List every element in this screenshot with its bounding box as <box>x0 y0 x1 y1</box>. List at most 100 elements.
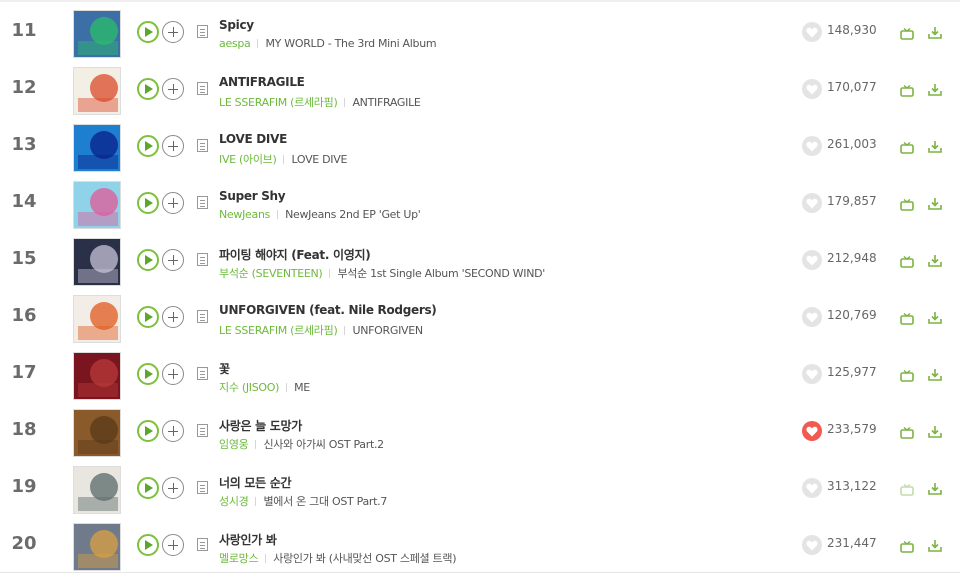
artist-link[interactable]: IVE (아이브) <box>219 153 277 166</box>
artist-link[interactable]: 임영웅 <box>219 438 249 451</box>
song-title[interactable]: 꽃 <box>219 360 230 377</box>
add-to-playlist-button[interactable] <box>162 78 184 100</box>
like-button[interactable] <box>802 478 822 498</box>
album-cover[interactable] <box>73 409 121 457</box>
song-title[interactable]: 파이팅 해야지 (Feat. 이영지) <box>219 246 371 263</box>
like-button[interactable] <box>802 79 822 99</box>
like-button[interactable] <box>802 22 822 42</box>
song-title[interactable]: ANTIFRAGILE <box>219 75 305 89</box>
music-video-button[interactable] <box>900 310 914 325</box>
add-to-playlist-button[interactable] <box>162 249 184 271</box>
download-button[interactable] <box>928 537 942 552</box>
album-link[interactable]: ME <box>294 381 310 394</box>
download-button[interactable] <box>928 195 942 210</box>
add-to-playlist-button[interactable] <box>162 420 184 442</box>
music-video-button[interactable] <box>900 25 914 40</box>
play-button[interactable] <box>137 477 159 499</box>
play-button[interactable] <box>137 135 159 157</box>
music-video-button[interactable] <box>900 82 914 97</box>
download-button[interactable] <box>928 252 942 267</box>
play-button[interactable] <box>137 78 159 100</box>
song-title[interactable]: LOVE DIVE <box>219 132 287 146</box>
music-video-button[interactable] <box>900 253 914 268</box>
music-video-button[interactable] <box>900 538 914 553</box>
lyrics-icon[interactable] <box>197 481 208 494</box>
lyrics-icon[interactable] <box>197 367 208 380</box>
album-link[interactable]: NewJeans 2nd EP 'Get Up' <box>285 208 421 221</box>
add-to-playlist-button[interactable] <box>162 21 184 43</box>
add-to-playlist-button[interactable] <box>162 534 184 556</box>
album-cover[interactable] <box>73 181 121 229</box>
download-button[interactable] <box>928 366 942 381</box>
artist-link[interactable]: LE SSERAFIM (르세라핌) <box>219 96 338 109</box>
music-video-button[interactable] <box>900 481 914 496</box>
artist-link[interactable]: 멜로망스 <box>219 552 259 565</box>
download-button[interactable] <box>928 81 942 96</box>
lyrics-icon[interactable] <box>197 310 208 323</box>
album-cover[interactable] <box>73 238 121 286</box>
like-button[interactable] <box>802 136 822 156</box>
download-button[interactable] <box>928 309 942 324</box>
song-title[interactable]: 사랑은 늘 도망가 <box>219 417 302 434</box>
artist-link[interactable]: 성시경 <box>219 495 249 508</box>
lyrics-icon[interactable] <box>197 25 208 38</box>
download-button[interactable] <box>928 24 942 39</box>
song-title[interactable]: UNFORGIVEN (feat. Nile Rodgers) <box>219 303 437 317</box>
song-title[interactable]: 너의 모든 순간 <box>219 474 292 491</box>
music-video-button[interactable] <box>900 139 914 154</box>
artist-link[interactable]: aespa <box>219 37 251 50</box>
artist-link[interactable]: LE SSERAFIM (르세라핌) <box>219 324 338 337</box>
play-button[interactable] <box>137 363 159 385</box>
add-to-playlist-button[interactable] <box>162 363 184 385</box>
add-to-playlist-button[interactable] <box>162 306 184 328</box>
album-cover[interactable] <box>73 466 121 514</box>
download-button[interactable] <box>928 138 942 153</box>
album-link[interactable]: ANTIFRAGILE <box>352 96 420 109</box>
like-button[interactable] <box>802 307 822 327</box>
play-button[interactable] <box>137 192 159 214</box>
play-button[interactable] <box>137 21 159 43</box>
album-cover[interactable] <box>73 124 121 172</box>
like-button[interactable] <box>802 364 822 384</box>
like-button[interactable] <box>802 193 822 213</box>
music-video-button[interactable] <box>900 367 914 382</box>
add-to-playlist-button[interactable] <box>162 192 184 214</box>
lyrics-icon[interactable] <box>197 139 208 152</box>
play-button[interactable] <box>137 249 159 271</box>
add-to-playlist-button[interactable] <box>162 477 184 499</box>
artist-link[interactable]: 지수 (JISOO) <box>219 381 279 394</box>
lyrics-icon[interactable] <box>197 424 208 437</box>
song-title[interactable]: Spicy <box>219 18 254 32</box>
like-button[interactable] <box>802 250 822 270</box>
album-link[interactable]: MY WORLD - The 3rd Mini Album <box>265 37 436 50</box>
lyrics-icon[interactable] <box>197 538 208 551</box>
play-button[interactable] <box>137 420 159 442</box>
download-button[interactable] <box>928 423 942 438</box>
album-cover[interactable] <box>73 352 121 400</box>
song-title[interactable]: 사랑인가 봐 <box>219 531 277 548</box>
music-video-button[interactable] <box>900 424 914 439</box>
album-link[interactable]: 부석순 1st Single Album 'SECOND WIND' <box>337 267 545 280</box>
album-link[interactable]: 사랑인가 봐 (사내맞선 OST 스페셜 트랙) <box>273 552 456 565</box>
album-link[interactable]: 별에서 온 그대 OST Part.7 <box>263 495 387 508</box>
album-link[interactable]: UNFORGIVEN <box>352 324 423 337</box>
add-to-playlist-button[interactable] <box>162 135 184 157</box>
album-cover[interactable] <box>73 523 121 571</box>
music-video-button[interactable] <box>900 196 914 211</box>
like-button[interactable] <box>802 421 822 441</box>
album-cover[interactable] <box>73 295 121 343</box>
lyrics-icon[interactable] <box>197 82 208 95</box>
album-link[interactable]: LOVE DIVE <box>291 153 347 166</box>
artist-link[interactable]: 부석순 (SEVENTEEN) <box>219 267 323 280</box>
download-button[interactable] <box>928 480 942 495</box>
artist-link[interactable]: NewJeans <box>219 208 270 221</box>
play-button[interactable] <box>137 306 159 328</box>
album-link[interactable]: 신사와 아가씨 OST Part.2 <box>263 438 384 451</box>
album-cover[interactable] <box>73 10 121 58</box>
song-title[interactable]: Super Shy <box>219 189 286 203</box>
lyrics-icon[interactable] <box>197 253 208 266</box>
play-button[interactable] <box>137 534 159 556</box>
album-cover[interactable] <box>73 67 121 115</box>
like-button[interactable] <box>802 535 822 555</box>
lyrics-icon[interactable] <box>197 196 208 209</box>
